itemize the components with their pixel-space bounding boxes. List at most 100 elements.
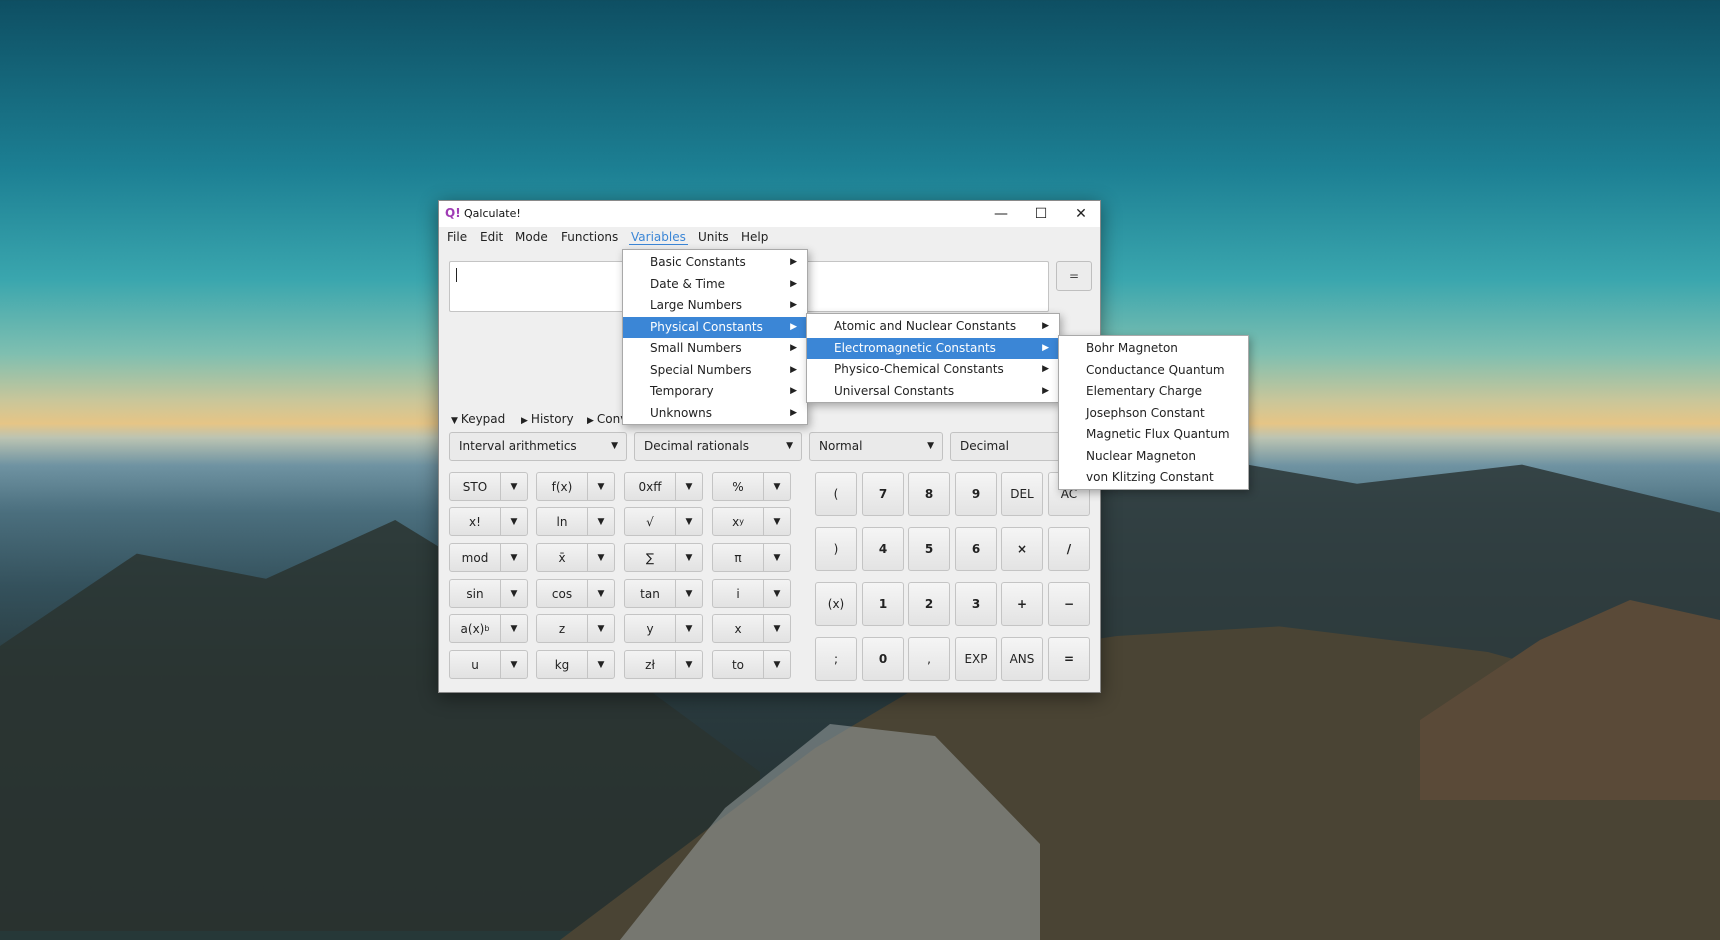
key-menu-chevron-icon[interactable]: ▼ xyxy=(763,614,791,643)
key-menu-chevron-icon[interactable]: ▼ xyxy=(500,614,528,643)
key-button[interactable]: ∑ xyxy=(624,543,676,572)
key-menu-chevron-icon[interactable]: ▼ xyxy=(763,650,791,679)
menu-item-physico-chemical[interactable]: Physico-Chemical Constants ▶ xyxy=(807,359,1059,381)
keypad-button[interactable]: 0 xyxy=(862,637,904,681)
key-menu-chevron-icon[interactable]: ▼ xyxy=(675,650,703,679)
key-menu-chevron-icon[interactable]: ▼ xyxy=(587,614,615,643)
history-expander[interactable]: ▶ History xyxy=(521,412,574,426)
key-button[interactable]: to xyxy=(712,650,764,679)
key-button[interactable]: sin xyxy=(449,579,501,608)
key-menu-chevron-icon[interactable]: ▼ xyxy=(500,543,528,572)
key-button[interactable]: x xyxy=(712,614,764,643)
keypad-button[interactable]: = xyxy=(1048,637,1090,681)
menu-item-josephson-constant[interactable]: Josephson Constant xyxy=(1059,403,1248,425)
key-button[interactable]: x̄ xyxy=(536,543,588,572)
keypad-button[interactable]: 9 xyxy=(955,472,997,516)
keypad-button[interactable]: × xyxy=(1001,527,1043,571)
minimize-button[interactable]: — xyxy=(981,201,1021,227)
key-menu-chevron-icon[interactable]: ▼ xyxy=(500,579,528,608)
keypad-button[interactable]: DEL xyxy=(1001,472,1043,516)
menu-item-unknowns[interactable]: Unknowns ▶ xyxy=(623,403,807,425)
menu-file[interactable]: File xyxy=(445,230,469,244)
key-menu-chevron-icon[interactable]: ▼ xyxy=(763,472,791,501)
menu-item-nuclear-magneton[interactable]: Nuclear Magneton xyxy=(1059,446,1248,468)
key-menu-chevron-icon[interactable]: ▼ xyxy=(763,579,791,608)
key-button[interactable]: zł xyxy=(624,650,676,679)
keypad-button[interactable]: ) xyxy=(815,527,857,571)
keypad-button[interactable]: 1 xyxy=(862,582,904,626)
key-button[interactable]: mod xyxy=(449,543,501,572)
key-menu-chevron-icon[interactable]: ▼ xyxy=(587,650,615,679)
keypad-button[interactable]: + xyxy=(1001,582,1043,626)
keypad-button[interactable]: 3 xyxy=(955,582,997,626)
key-menu-chevron-icon[interactable]: ▼ xyxy=(587,472,615,501)
key-button[interactable]: tan xyxy=(624,579,676,608)
key-button[interactable]: 0xff xyxy=(624,472,676,501)
key-button[interactable]: i xyxy=(712,579,764,608)
key-button[interactable]: cos xyxy=(536,579,588,608)
menu-item-large-numbers[interactable]: Large Numbers ▶ xyxy=(623,295,807,317)
menu-item-basic-constants[interactable]: Basic Constants ▶ xyxy=(623,252,807,274)
key-button[interactable]: u xyxy=(449,650,501,679)
keypad-button[interactable]: / xyxy=(1048,527,1090,571)
key-menu-chevron-icon[interactable]: ▼ xyxy=(587,507,615,536)
keypad-button[interactable]: EXP xyxy=(955,637,997,681)
menu-item-universal[interactable]: Universal Constants ▶ xyxy=(807,381,1059,403)
menu-item-temporary[interactable]: Temporary ▶ xyxy=(623,381,807,403)
menu-item-date-time[interactable]: Date & Time ▶ xyxy=(623,274,807,296)
keypad-button[interactable]: ; xyxy=(815,637,857,681)
key-menu-chevron-icon[interactable]: ▼ xyxy=(675,472,703,501)
keypad-button[interactable]: ( xyxy=(815,472,857,516)
key-menu-chevron-icon[interactable]: ▼ xyxy=(500,472,528,501)
keypad-button[interactable]: 2 xyxy=(908,582,950,626)
menu-item-conductance-quantum[interactable]: Conductance Quantum xyxy=(1059,360,1248,382)
menu-item-electromagnetic[interactable]: Electromagnetic Constants ▶ xyxy=(807,337,1059,359)
key-menu-chevron-icon[interactable]: ▼ xyxy=(500,650,528,679)
close-button[interactable]: ✕ xyxy=(1061,201,1101,227)
menu-help[interactable]: Help xyxy=(739,230,770,244)
key-menu-chevron-icon[interactable]: ▼ xyxy=(675,507,703,536)
menu-functions[interactable]: Functions xyxy=(559,230,620,244)
menu-variables[interactable]: Variables xyxy=(629,230,688,245)
menu-item-von-klitzing-constant[interactable]: von Klitzing Constant xyxy=(1059,467,1248,489)
key-button[interactable]: π xyxy=(712,543,764,572)
key-menu-chevron-icon[interactable]: ▼ xyxy=(675,579,703,608)
menu-item-small-numbers[interactable]: Small Numbers ▶ xyxy=(623,338,807,360)
key-button[interactable]: STO xyxy=(449,472,501,501)
menu-item-special-numbers[interactable]: Special Numbers ▶ xyxy=(623,360,807,382)
keypad-button[interactable]: − xyxy=(1048,582,1090,626)
keypad-button[interactable]: 6 xyxy=(955,527,997,571)
keypad-button[interactable]: , xyxy=(908,637,950,681)
key-button[interactable]: y xyxy=(624,614,676,643)
menu-item-physical-constants[interactable]: Physical Constants ▶ xyxy=(623,316,807,338)
keypad-button[interactable]: ANS xyxy=(1001,637,1043,681)
display-mode-select[interactable]: Normal ▼ xyxy=(809,432,943,461)
menu-item-atomic-nuclear[interactable]: Atomic and Nuclear Constants ▶ xyxy=(807,316,1059,338)
key-menu-chevron-icon[interactable]: ▼ xyxy=(763,543,791,572)
key-button[interactable]: z xyxy=(536,614,588,643)
menu-item-bohr-magneton[interactable]: Bohr Magneton xyxy=(1059,338,1248,360)
key-menu-chevron-icon[interactable]: ▼ xyxy=(675,614,703,643)
key-menu-chevron-icon[interactable]: ▼ xyxy=(587,579,615,608)
menu-mode[interactable]: Mode xyxy=(513,230,550,244)
calculate-button[interactable]: = xyxy=(1056,261,1092,291)
key-button[interactable]: a(x) b xyxy=(449,614,501,643)
menu-units[interactable]: Units xyxy=(696,230,731,244)
key-menu-chevron-icon[interactable]: ▼ xyxy=(675,543,703,572)
keypad-button[interactable]: 8 xyxy=(908,472,950,516)
menu-item-elementary-charge[interactable]: Elementary Charge xyxy=(1059,381,1248,403)
keypad-expander[interactable]: ▼ Keypad xyxy=(451,412,505,426)
key-button[interactable]: ln xyxy=(536,507,588,536)
key-menu-chevron-icon[interactable]: ▼ xyxy=(587,543,615,572)
maximize-button[interactable]: ☐ xyxy=(1021,201,1061,227)
key-button[interactable]: √ xyxy=(624,507,676,536)
key-button[interactable]: % xyxy=(712,472,764,501)
keypad-button[interactable]: 4 xyxy=(862,527,904,571)
key-menu-chevron-icon[interactable]: ▼ xyxy=(500,507,528,536)
interval-select[interactable]: Interval arithmetics ▼ xyxy=(449,432,627,461)
key-button[interactable]: x! xyxy=(449,507,501,536)
rationals-select[interactable]: Decimal rationals ▼ xyxy=(634,432,802,461)
menu-edit[interactable]: Edit xyxy=(478,230,505,244)
title-bar[interactable]: Q! Qalculate! — ☐ ✕ xyxy=(439,201,1100,227)
key-button[interactable]: kg xyxy=(536,650,588,679)
